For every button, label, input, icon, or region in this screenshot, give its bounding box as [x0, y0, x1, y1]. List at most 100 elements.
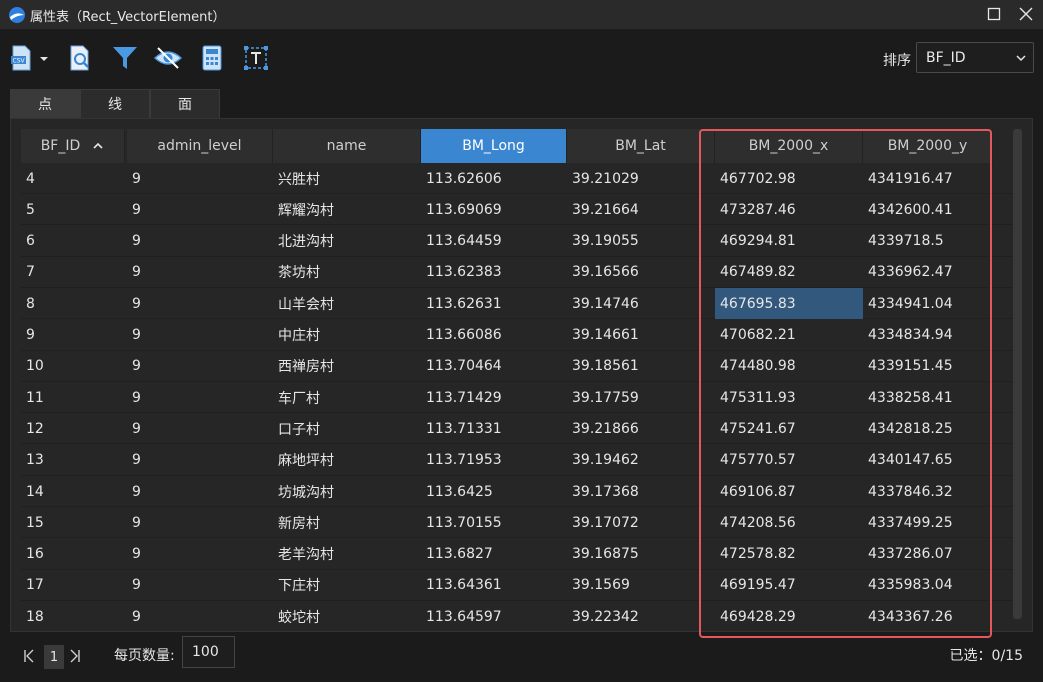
- table-cell[interactable]: 中庄村: [273, 320, 421, 351]
- table-row[interactable]: 4 9 兴胜村 113.62606 39.21029 467702.98 4341916.4…: [21, 163, 1014, 194]
- first-page-icon[interactable]: [22, 644, 36, 668]
- table-cell[interactable]: 39.14746: [567, 288, 715, 319]
- table-cell[interactable]: 469428.29: [715, 601, 863, 631]
- table-cell[interactable]: 9: [127, 351, 273, 382]
- table-cell[interactable]: 113.64597: [421, 601, 567, 631]
- column-header-bm-lat[interactable]: BM_Lat: [567, 129, 715, 163]
- table-row[interactable]: 12 9 口子村 113.71331 39.21866 475241.67 4342818.…: [21, 413, 1014, 445]
- table-cell[interactable]: 10: [21, 351, 125, 382]
- table-cell[interactable]: 新房村: [273, 507, 421, 538]
- filter-button[interactable]: [110, 43, 140, 73]
- table-cell[interactable]: 39.21029: [567, 163, 715, 194]
- table-cell[interactable]: 113.62383: [421, 257, 567, 288]
- table-cell[interactable]: 39.16566: [567, 257, 715, 288]
- table-cell[interactable]: 474208.56: [715, 507, 863, 538]
- table-cell[interactable]: 9: [127, 445, 273, 476]
- table-cell[interactable]: 9: [127, 288, 273, 319]
- table-cell[interactable]: 13: [21, 445, 125, 476]
- table-cell[interactable]: 113.70155: [421, 507, 567, 538]
- table-cell[interactable]: 113.64459: [421, 226, 567, 257]
- export-button[interactable]: CSV: [10, 43, 54, 73]
- table-cell[interactable]: 4343367.26: [863, 601, 993, 631]
- table-cell[interactable]: 山羊会村: [273, 288, 421, 319]
- table-cell[interactable]: 39.1569: [567, 570, 715, 601]
- table-cell[interactable]: 4337499.25: [863, 507, 993, 538]
- table-cell[interactable]: 470682.21: [715, 320, 863, 351]
- table-cell[interactable]: 4342818.25: [863, 413, 993, 444]
- table-cell[interactable]: 39.16875: [567, 539, 715, 570]
- table-cell[interactable]: 113.66086: [421, 320, 567, 351]
- table-cell[interactable]: 麻地坪村: [273, 445, 421, 476]
- table-cell[interactable]: 老羊沟村: [273, 539, 421, 570]
- table-cell[interactable]: 9: [127, 163, 273, 194]
- table-row[interactable]: 17 9 下庄村 113.64361 39.1569 469195.47 4335983.0…: [21, 570, 1014, 601]
- tab-points[interactable]: 点: [10, 89, 80, 118]
- table-cell[interactable]: 14: [21, 476, 125, 507]
- table-cell[interactable]: 475770.57: [715, 445, 863, 476]
- table-cell[interactable]: 4337286.07: [863, 539, 993, 570]
- close-button[interactable]: [1012, 2, 1040, 26]
- table-cell[interactable]: 9: [127, 382, 273, 413]
- table-cell[interactable]: 113.64361: [421, 570, 567, 601]
- table-cell[interactable]: 9: [127, 320, 273, 351]
- tab-lines[interactable]: 线: [80, 89, 150, 118]
- table-cell[interactable]: 113.6425: [421, 476, 567, 507]
- column-header-name[interactable]: name: [273, 129, 421, 163]
- table-cell[interactable]: 9: [127, 601, 273, 631]
- table-cell[interactable]: 17: [21, 570, 125, 601]
- table-cell[interactable]: 8: [21, 288, 125, 319]
- table-cell[interactable]: 113.62606: [421, 163, 567, 194]
- table-cell[interactable]: 39.21866: [567, 413, 715, 444]
- table-cell[interactable]: 9: [127, 226, 273, 257]
- table-cell[interactable]: 兴胜村: [273, 163, 421, 194]
- table-row[interactable]: 13 9 麻地坪村 113.71953 39.19462 475770.57 4340147…: [21, 445, 1014, 476]
- table-cell[interactable]: 6: [21, 226, 125, 257]
- perpage-input[interactable]: 100: [182, 636, 235, 668]
- column-header-bm-2000-y[interactable]: BM_2000_y: [863, 129, 993, 163]
- table-cell[interactable]: 113.69069: [421, 194, 567, 225]
- table-row[interactable]: 9 9 中庄村 113.66086 39.14661 470682.21 4334834.9…: [21, 320, 1014, 351]
- table-cell[interactable]: 39.17759: [567, 382, 715, 413]
- table-cell[interactable]: 4340147.65: [863, 445, 993, 476]
- table-cell[interactable]: 车厂村: [273, 382, 421, 413]
- table-cell[interactable]: 茶坊村: [273, 257, 421, 288]
- table-row[interactable]: 10 9 西禅房村 113.70464 39.18561 474480.98 4339151…: [21, 351, 1014, 382]
- table-cell[interactable]: 9: [21, 320, 125, 351]
- table-row[interactable]: 11 9 车厂村 113.71429 39.17759 475311.93 4338258.…: [21, 382, 1014, 414]
- table-row[interactable]: 18 9 蛟坨村 113.64597 39.22342 469428.29 4343367.…: [21, 601, 1014, 631]
- table-cell[interactable]: 469195.47: [715, 570, 863, 601]
- table-cell[interactable]: 39.17368: [567, 476, 715, 507]
- table-row[interactable]: 16 9 老羊沟村 113.6827 39.16875 472578.82 4337286.…: [21, 539, 1014, 570]
- table-cell[interactable]: 4334941.04: [863, 288, 993, 319]
- table-row[interactable]: 7 9 茶坊村 113.62383 39.16566 467489.82 4336962.4…: [21, 257, 1014, 288]
- table-row[interactable]: 6 9 北进沟村 113.64459 39.19055 469294.81 4339718.…: [21, 226, 1014, 257]
- table-cell[interactable]: 4338258.41: [863, 382, 993, 413]
- table-cell[interactable]: 469294.81: [715, 226, 863, 257]
- table-cell[interactable]: 467489.82: [715, 257, 863, 288]
- table-cell[interactable]: 113.71429: [421, 382, 567, 413]
- table-cell[interactable]: 39.17072: [567, 507, 715, 538]
- table-cell[interactable]: 467695.83: [715, 288, 863, 320]
- column-header-bm-2000-x[interactable]: BM_2000_x: [715, 129, 863, 163]
- table-cell[interactable]: 4339718.5: [863, 226, 993, 257]
- column-header-bf-id[interactable]: BF_ID: [21, 129, 125, 163]
- table-cell[interactable]: 9: [127, 570, 273, 601]
- table-cell[interactable]: 9: [127, 539, 273, 570]
- table-cell[interactable]: 39.19462: [567, 445, 715, 476]
- table-cell[interactable]: 113.6827: [421, 539, 567, 570]
- table-cell[interactable]: 15: [21, 507, 125, 538]
- vertical-scrollbar[interactable]: [1013, 129, 1022, 619]
- last-page-icon[interactable]: [68, 644, 82, 668]
- table-cell[interactable]: 4337846.32: [863, 476, 993, 507]
- table-cell[interactable]: 475311.93: [715, 382, 863, 413]
- table-cell[interactable]: 西禅房村: [273, 351, 421, 382]
- table-cell[interactable]: 辉耀沟村: [273, 194, 421, 225]
- table-cell[interactable]: 39.22342: [567, 601, 715, 631]
- table-cell[interactable]: 39.14661: [567, 320, 715, 351]
- table-cell[interactable]: 口子村: [273, 413, 421, 444]
- table-cell[interactable]: 11: [21, 382, 125, 413]
- table-cell[interactable]: 9: [127, 413, 273, 444]
- column-header-bm-long[interactable]: BM_Long: [421, 129, 567, 163]
- column-header-admin-level[interactable]: admin_level: [127, 129, 273, 163]
- table-cell[interactable]: 469106.87: [715, 476, 863, 507]
